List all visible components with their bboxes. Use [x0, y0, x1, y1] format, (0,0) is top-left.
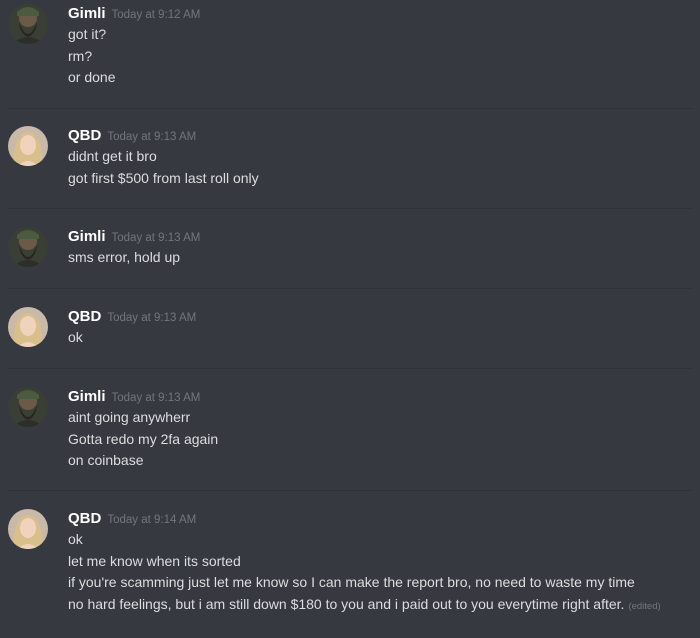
username[interactable]: Gimli — [68, 5, 106, 22]
message-divider — [8, 490, 692, 491]
qbd-avatar-icon[interactable] — [8, 307, 48, 347]
message-divider — [8, 368, 692, 369]
message-line: no hard feelings, but i am still down $1… — [68, 594, 688, 618]
message-body: aint going anywherr Gotta redo my 2fa ag… — [68, 407, 688, 472]
timestamp: Today at 9:13 AM — [107, 312, 197, 324]
message-header: QBD Today at 9:13 AM — [68, 307, 196, 327]
message-divider — [8, 208, 692, 209]
gimli-avatar-icon[interactable] — [8, 387, 48, 427]
message-line: if you're scamming just let me know so I… — [68, 574, 635, 590]
qbd-avatar-icon[interactable] — [8, 509, 48, 549]
timestamp: Today at 9:13 AM — [107, 131, 197, 143]
message-header: Gimli Today at 9:13 AM — [68, 387, 200, 407]
message-line: aint going anywherr — [68, 409, 191, 425]
message-divider — [8, 288, 692, 289]
message-line: didnt get it bro — [68, 148, 157, 164]
message-body: ok let me know when its sorted if you're… — [68, 529, 688, 617]
message-line: rm? — [68, 47, 93, 64]
username[interactable]: QBD — [68, 510, 101, 527]
message-line: on coinbase — [68, 452, 144, 468]
message-header: Gimli Today at 9:12 AM — [68, 4, 200, 24]
timestamp: Today at 9:14 AM — [107, 514, 197, 526]
gimli-avatar-icon[interactable] — [8, 227, 48, 267]
username[interactable]: Gimli — [68, 388, 106, 405]
message-body: got it? rm? or done — [68, 24, 688, 89]
message-line: ok — [68, 531, 83, 547]
message-line: ok — [68, 329, 83, 345]
message-body: sms error, hold up — [68, 247, 688, 269]
message-header: Gimli Today at 9:13 AM — [68, 227, 200, 247]
message-body: ok — [68, 327, 688, 349]
message-line: Gotta redo my 2fa again — [68, 430, 219, 447]
timestamp: Today at 9:12 AM — [111, 9, 201, 21]
username[interactable]: QBD — [68, 308, 101, 325]
gimli-avatar-icon[interactable] — [8, 4, 48, 44]
username[interactable]: QBD — [68, 127, 101, 144]
message-body: didnt get it bro got first $500 from las… — [68, 146, 688, 189]
message-line: sms error, hold up — [68, 249, 181, 265]
timestamp: Today at 9:13 AM — [111, 232, 201, 244]
edited-label: (edited) — [628, 600, 661, 612]
message-header: QBD Today at 9:13 AM — [68, 126, 196, 146]
message-header: QBD Today at 9:14 AM — [68, 509, 196, 529]
message-line: got first $500 from last roll only — [68, 169, 259, 186]
message-divider — [8, 108, 692, 109]
message-line: or done — [68, 69, 116, 85]
timestamp: Today at 9:13 AM — [111, 392, 201, 404]
message-line: got it? — [68, 26, 107, 42]
message-line-text: no hard feelings, but i am still down $1… — [68, 595, 625, 612]
username[interactable]: Gimli — [68, 228, 106, 245]
qbd-avatar-icon[interactable] — [8, 126, 48, 166]
message-line: let me know when its sorted — [68, 552, 241, 569]
